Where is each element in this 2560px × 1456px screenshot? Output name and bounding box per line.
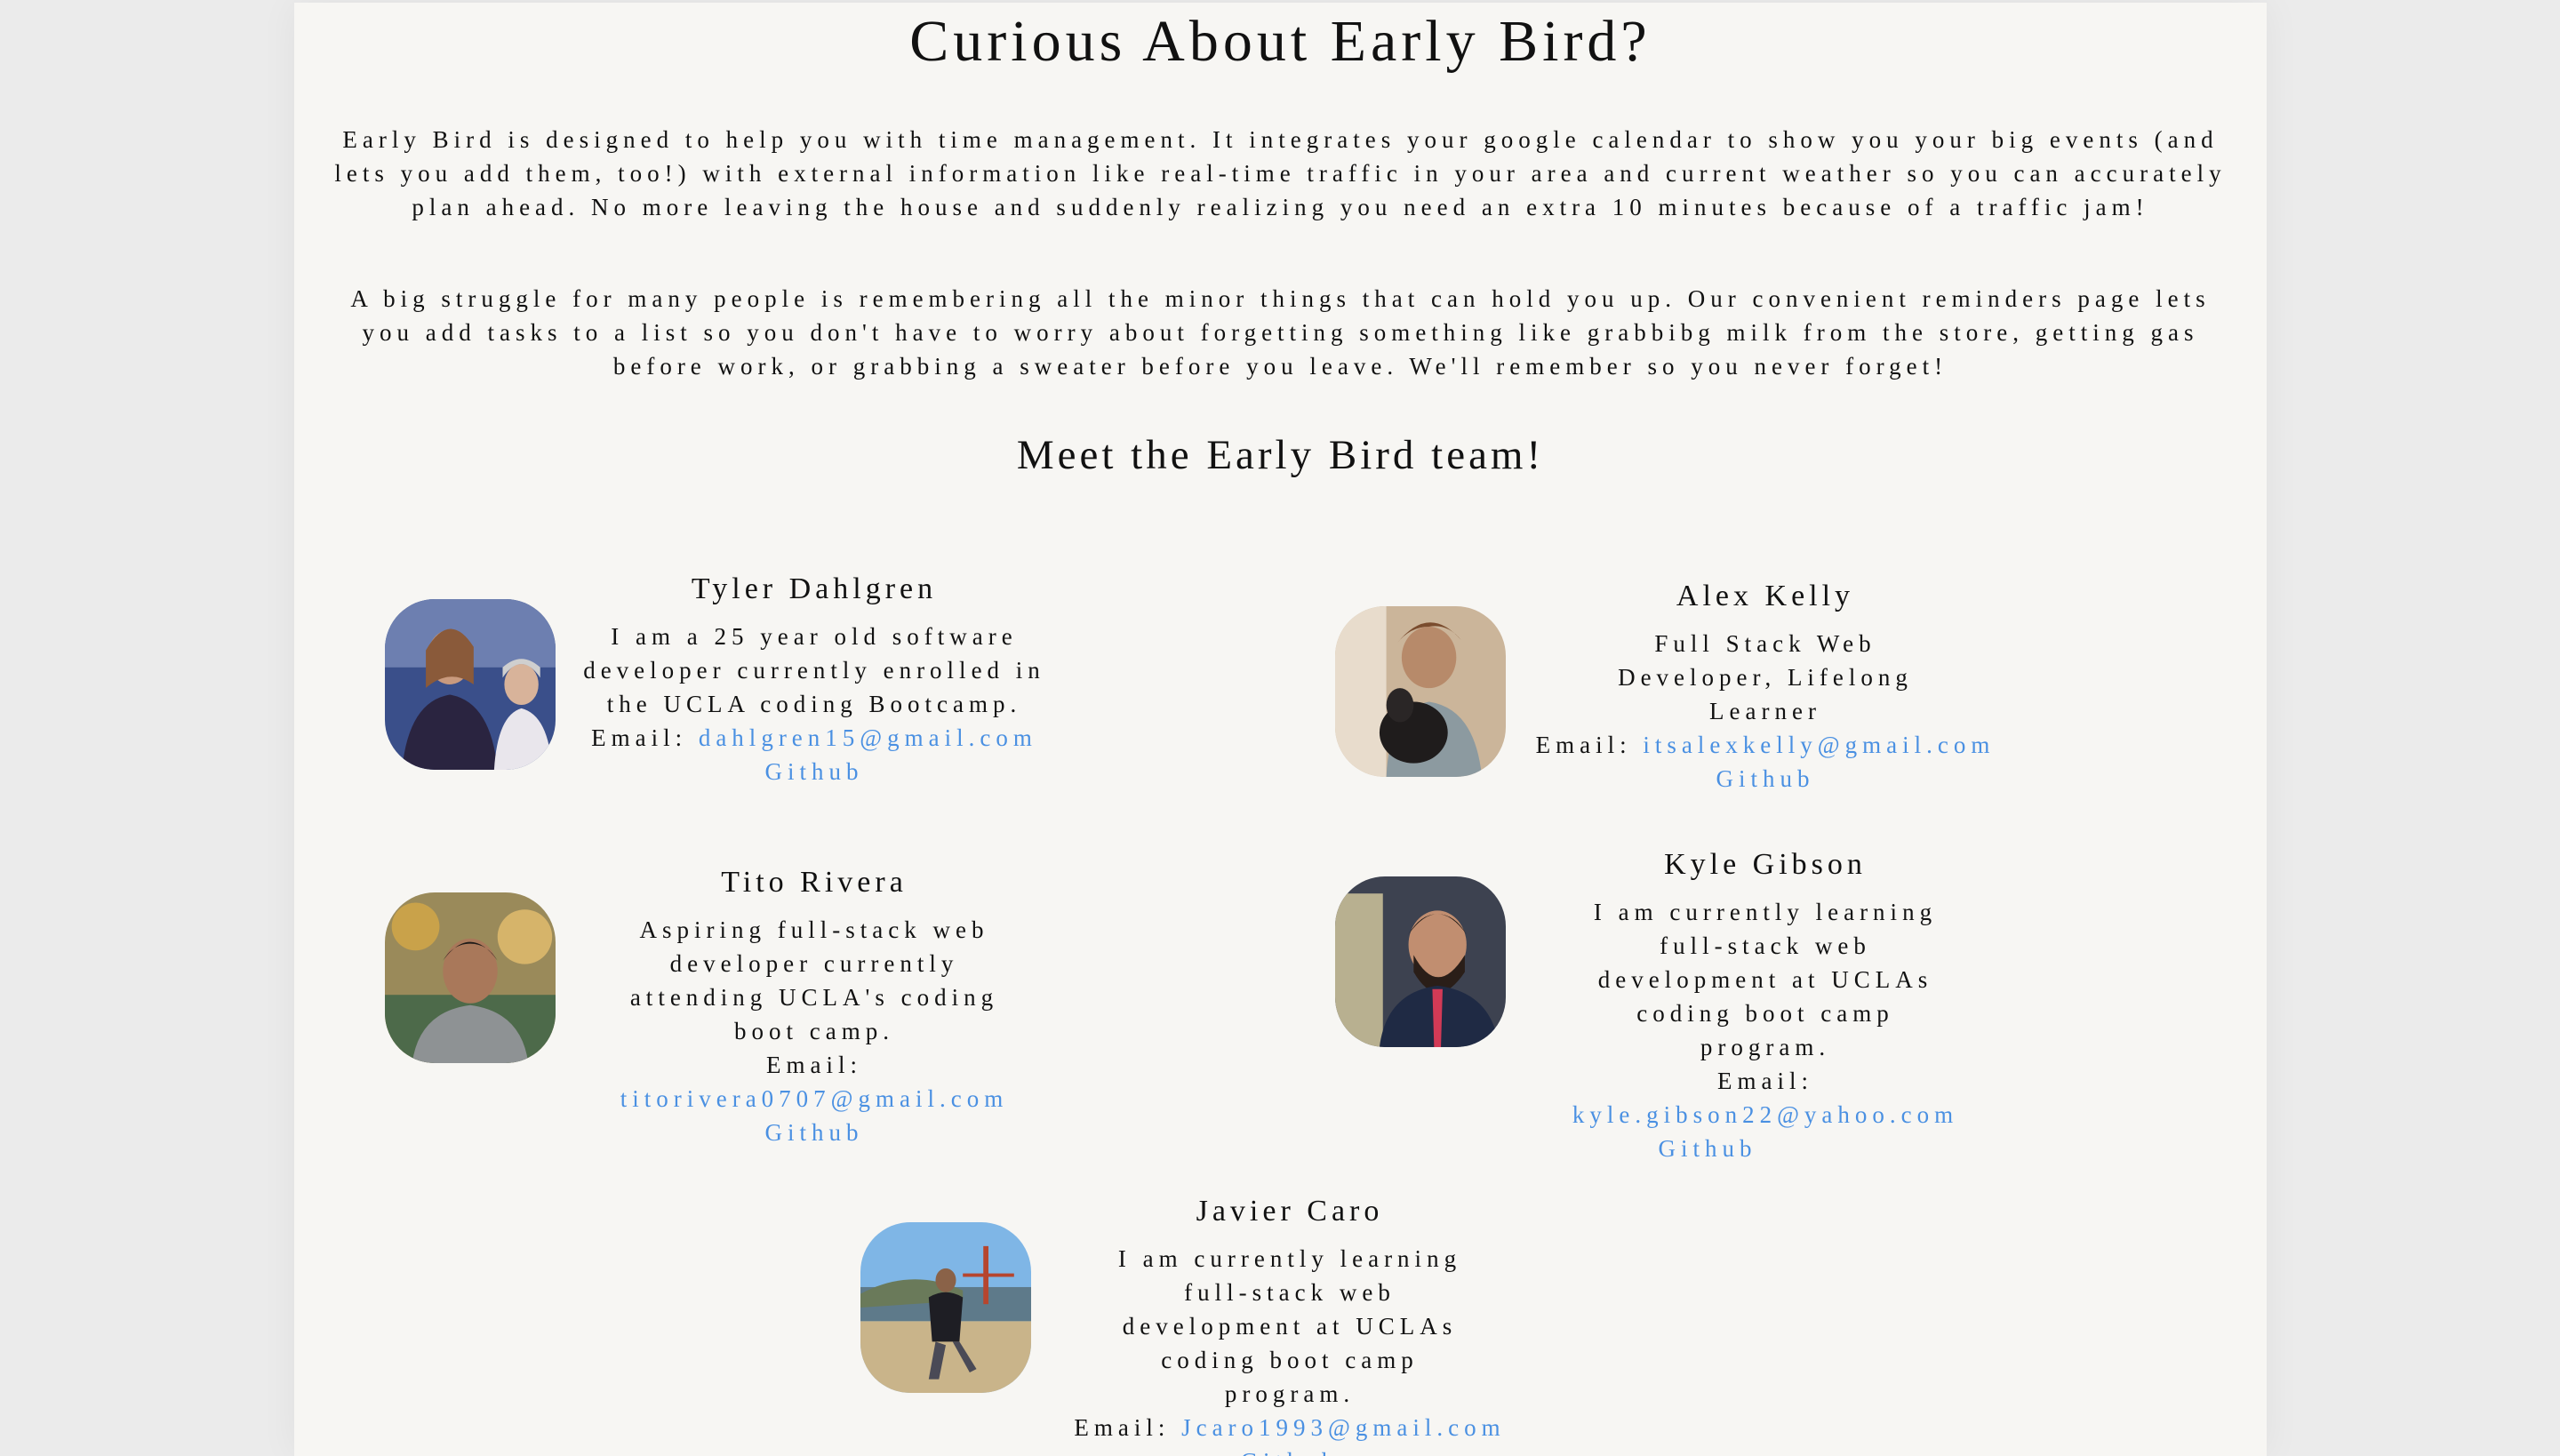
member-email-row: Email: dahlgren15@gmail.com bbox=[583, 721, 1045, 755]
team-heading: Meet the Early Bird team! bbox=[1016, 432, 1545, 478]
github-link[interactable]: Github bbox=[1240, 1448, 1339, 1456]
member-bio: Aspiring full-stack web developer curren… bbox=[629, 916, 999, 1044]
member-photo-alex bbox=[1335, 606, 1506, 777]
member-info-tyler: Tyler Dahlgren I am a 25 year old softwa… bbox=[583, 572, 1045, 788]
member-email-row: Email: itsalexkelly@gmail.com bbox=[1534, 728, 1996, 762]
member-bio: I am currently learning full-stack web d… bbox=[1593, 899, 1938, 1060]
email-link[interactable]: Jcaro1993@gmail.com bbox=[1181, 1414, 1506, 1441]
member-photo-tyler bbox=[385, 599, 556, 770]
github-link[interactable]: Github bbox=[764, 1119, 863, 1146]
member-bio: Full Stack Web Developer, Lifelong Learn… bbox=[1618, 630, 1913, 724]
email-link[interactable]: kyle.gibson22@yahoo.com bbox=[1572, 1101, 1958, 1128]
member-info-alex: Alex Kelly Full Stack Web Developer, Lif… bbox=[1534, 579, 1996, 796]
member-name: Alex Kelly bbox=[1676, 580, 1855, 612]
email-label: Email: bbox=[766, 1052, 862, 1078]
member-info-kyle: Kyle Gibson I am currently learning full… bbox=[1534, 847, 1996, 1165]
member-email-row: Email: titorivera0707@gmail.com bbox=[583, 1048, 1045, 1116]
member-photo-tito bbox=[385, 892, 556, 1063]
member-bio: I am a 25 year old software developer cu… bbox=[583, 623, 1045, 717]
email-link[interactable]: dahlgren15@gmail.com bbox=[699, 724, 1037, 751]
email-link[interactable]: itsalexkelly@gmail.com bbox=[1643, 732, 1995, 758]
page-title: Curious About Early Bird? bbox=[909, 9, 1652, 74]
github-link[interactable]: Github bbox=[1658, 1132, 1756, 1165]
github-link[interactable]: Github bbox=[764, 758, 863, 785]
email-link[interactable]: titorivera0707@gmail.com bbox=[620, 1085, 1009, 1112]
member-name: Tito Rivera bbox=[721, 866, 908, 899]
member-photo-javier bbox=[860, 1222, 1031, 1393]
member-photo-kyle bbox=[1335, 876, 1506, 1047]
member-bio: I am currently learning full-stack web d… bbox=[1117, 1245, 1462, 1407]
intro-paragraph-reminders: A big struggle for many people is rememb… bbox=[350, 285, 2211, 380]
email-label: Email: bbox=[591, 724, 688, 751]
intro-paragraph-calendar: Early Bird is designed to help you with … bbox=[334, 126, 2227, 220]
member-info-javier: Javier Caro I am currently learning full… bbox=[1059, 1194, 1521, 1456]
member-name: Javier Caro bbox=[1196, 1195, 1384, 1228]
member-email-row: Email: Jcaro1993@gmail.com bbox=[1059, 1411, 1521, 1444]
email-label: Email: bbox=[1717, 1068, 1813, 1094]
member-info-tito: Tito Rivera Aspiring full-stack web deve… bbox=[583, 865, 1045, 1149]
member-name: Tyler Dahlgren bbox=[691, 572, 938, 605]
about-page: Curious About Early Bird? Early Bird is … bbox=[294, 3, 2267, 1456]
member-email-row: Email: kyle.gibson22@yahoo.com bbox=[1534, 1064, 1996, 1132]
github-link[interactable]: Github bbox=[1716, 765, 1814, 792]
member-name: Kyle Gibson bbox=[1664, 848, 1867, 881]
email-label: Email: bbox=[1535, 732, 1632, 758]
email-label: Email: bbox=[1074, 1414, 1171, 1441]
